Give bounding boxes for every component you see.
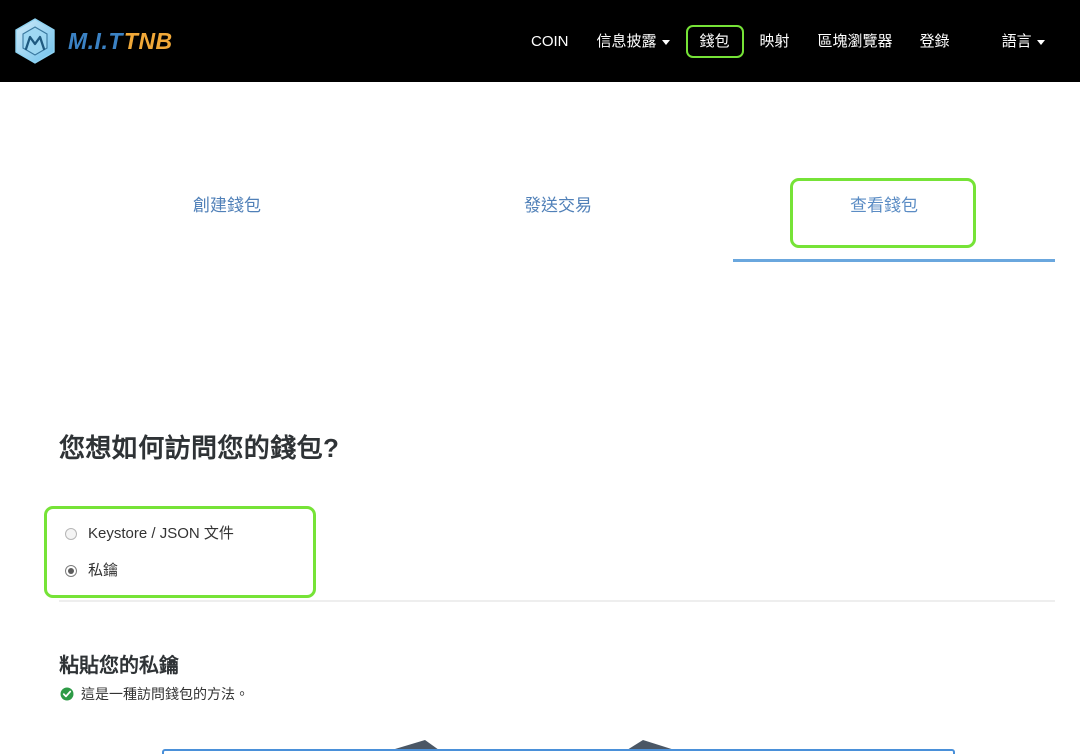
radio-label-private-key: 私鑰	[88, 563, 118, 578]
nav-item-mapping[interactable]: 映射	[749, 25, 801, 58]
radio-option-private-key[interactable]: 私鑰	[65, 563, 118, 578]
nav-label-block-explorer: 區塊瀏覽器	[818, 34, 893, 49]
nav-item-language[interactable]: 語言	[991, 25, 1056, 58]
private-key-input[interactable]	[162, 749, 955, 754]
tab-label-create-wallet: 創建錢包	[193, 196, 261, 215]
radio-option-keystore[interactable]: Keystore / JSON 文件	[65, 526, 234, 541]
section-divider	[59, 600, 1055, 602]
tab-view-wallet[interactable]: 查看錢包	[850, 197, 918, 214]
brand-text: M.I.TTNB	[68, 30, 173, 53]
chevron-down-icon	[1037, 40, 1045, 45]
nav-label-mapping: 映射	[760, 34, 790, 49]
nav-item-block-explorer[interactable]: 區塊瀏覽器	[807, 25, 904, 58]
tab-create-wallet[interactable]: 創建錢包	[193, 197, 261, 214]
nav-label-disclosure: 信息披露	[597, 34, 657, 49]
site-header: M.I.TTNB COIN 信息披露 錢包 映射 區塊瀏覽器 登錄 語言	[0, 0, 1080, 82]
tab-send-transaction[interactable]: 發送交易	[524, 197, 592, 214]
nav-item-disclosure[interactable]: 信息披露	[586, 25, 681, 58]
nav-item-login[interactable]: 登錄	[909, 25, 961, 58]
radio-icon-keystore[interactable]	[65, 528, 77, 540]
chevron-down-icon	[662, 40, 670, 45]
radio-icon-private-key[interactable]	[65, 565, 77, 577]
nav-label-coin: COIN	[531, 34, 569, 49]
nav-label-language: 語言	[1002, 34, 1032, 49]
nav-item-coin[interactable]: COIN	[520, 25, 580, 58]
tab-label-view-wallet: 查看錢包	[850, 196, 918, 215]
radio-label-keystore: Keystore / JSON 文件	[88, 526, 234, 541]
nav-item-wallet[interactable]: 錢包	[686, 25, 744, 58]
check-circle-icon	[60, 687, 74, 701]
helper-text: 這是一種訪問錢包的方法。	[81, 687, 249, 701]
nav-label-login: 登錄	[920, 34, 950, 49]
brand-primary: M.I.T	[68, 28, 123, 54]
brand-logo[interactable]: M.I.TTNB	[14, 18, 173, 64]
hexagon-cube-icon	[14, 18, 56, 64]
active-tab-underline	[733, 259, 1055, 262]
section-title-paste-key: 粘貼您的私鑰	[59, 649, 179, 678]
tab-label-send-transaction: 發送交易	[524, 196, 592, 215]
access-method-group: Keystore / JSON 文件 私鑰	[44, 506, 316, 598]
nav-label-wallet: 錢包	[700, 34, 730, 49]
brand-secondary: TNB	[124, 28, 173, 54]
page-title: 您想如何訪問您的錢包?	[59, 428, 339, 465]
helper-message: 這是一種訪問錢包的方法。	[60, 687, 249, 701]
wallet-tabs: 創建錢包 發送交易 查看錢包	[0, 82, 1080, 178]
main-navigation: COIN 信息披露 錢包 映射 區塊瀏覽器 登錄 語言	[520, 0, 1056, 82]
